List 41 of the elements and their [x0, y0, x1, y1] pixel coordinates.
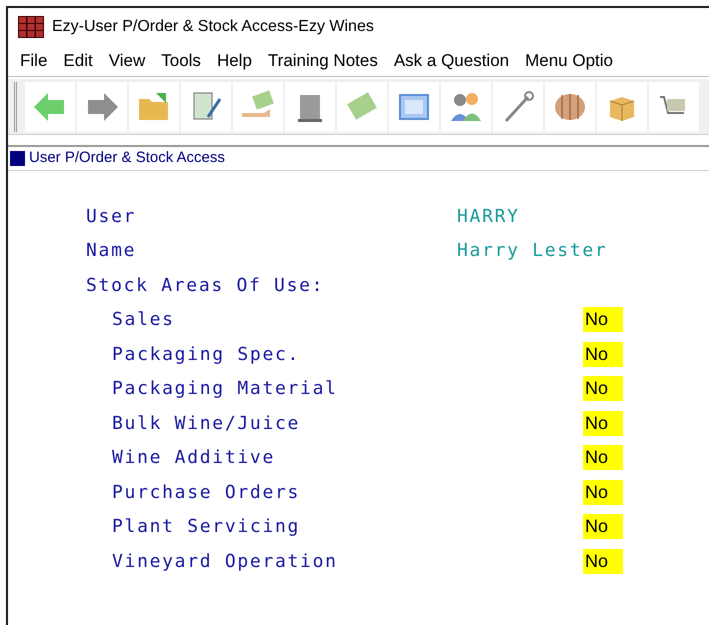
yes-no-field[interactable]: No [583, 445, 623, 470]
yes-no-field[interactable]: No [583, 410, 623, 436]
toolbar-button[interactable] [649, 82, 699, 132]
toolbar-button[interactable] [181, 82, 231, 132]
yes-no-field[interactable]: No [583, 480, 623, 505]
field-label: Vineyard Operation [111, 550, 339, 574]
toolbar-button[interactable] [285, 82, 335, 132]
yes-no-field[interactable]: No [583, 307, 623, 332]
field-label: Packaging Spec. [111, 342, 302, 367]
toolbar-button[interactable] [545, 82, 595, 132]
window-title: Ezy-User P/Order & Stock Access-Ezy Wines [52, 17, 374, 37]
field-label: Packaging Material [111, 377, 339, 402]
subwindow-title: User P/Order & Stock Access [29, 148, 225, 168]
toolbar-button[interactable] [389, 82, 439, 132]
menu-item[interactable]: View [102, 48, 152, 74]
menu-item[interactable]: Training Notes [262, 48, 384, 74]
field-label: Sales [111, 308, 176, 332]
yes-no-field[interactable]: No [583, 376, 623, 402]
menu-item[interactable]: Edit [57, 48, 99, 74]
section-label: Stock Areas Of Use: [86, 274, 326, 298]
field-label: Bulk Wine/Juice [111, 412, 302, 436]
menu-item[interactable]: Help [210, 48, 258, 74]
menu-item[interactable]: Ask a Question [388, 48, 516, 74]
toolbar-button[interactable] [441, 82, 491, 132]
field-label: Plant Servicing [111, 515, 302, 540]
menu-item[interactable]: Menu Optio [519, 48, 619, 74]
toolbar-button[interactable] [493, 82, 543, 132]
field-value: HARRY [457, 204, 520, 229]
menu-item[interactable]: File [14, 48, 54, 74]
field-value: Harry Lester [457, 239, 608, 264]
field-label: Name [86, 239, 138, 264]
window-icon [10, 151, 25, 166]
yes-no-field[interactable]: No [583, 514, 623, 540]
field-label: Purchase Orders [111, 480, 302, 505]
app-logo-icon [18, 16, 44, 38]
yes-no-field[interactable]: No [583, 548, 623, 574]
field-label: Wine Additive [111, 446, 276, 470]
toolbar-button[interactable] [77, 82, 127, 132]
yes-no-field[interactable]: No [583, 342, 623, 367]
field-label: User [86, 204, 138, 229]
menu-item[interactable]: Tools [155, 48, 207, 74]
